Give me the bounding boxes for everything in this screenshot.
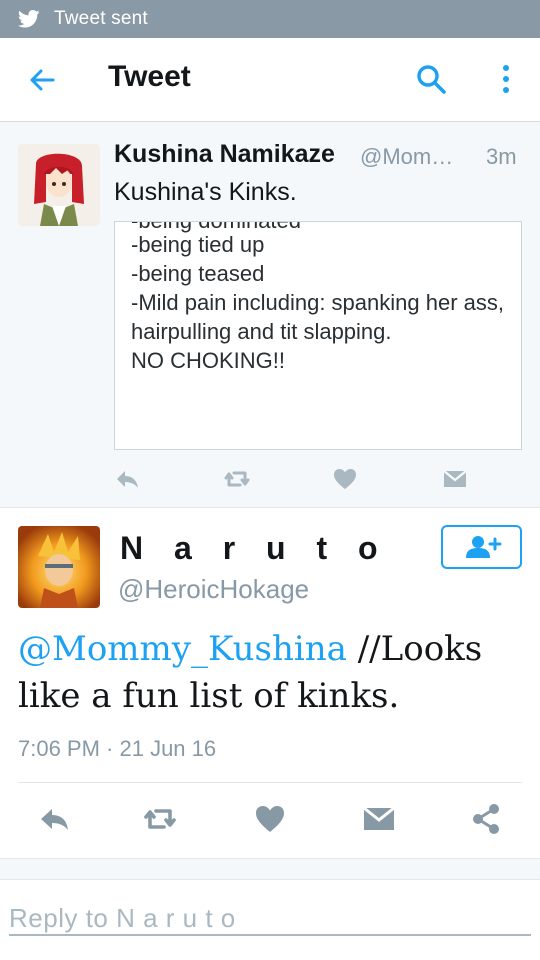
card-line: -Mild pain including: spanking her ass, …	[131, 290, 504, 344]
media-card[interactable]: -being dominated -being tied up -being t…	[114, 221, 522, 450]
card-line: NO CHOKING!!	[131, 348, 286, 373]
author-handle[interactable]: @Mom…	[360, 144, 453, 170]
mention-link[interactable]: @Mommy_Kushina	[18, 629, 347, 669]
more-vertical-icon[interactable]	[494, 62, 518, 96]
retweet-icon[interactable]	[143, 802, 177, 836]
tweet-actions	[0, 802, 540, 838]
card-line: -being tied up	[131, 232, 265, 257]
share-icon[interactable]	[469, 802, 503, 836]
app-bar: Tweet	[0, 38, 540, 122]
add-user-icon	[465, 536, 501, 558]
avatar[interactable]	[18, 526, 100, 608]
twitter-bird-icon	[18, 10, 40, 28]
author-name[interactable]: Kushina Namikaze	[114, 140, 335, 169]
avatar[interactable]	[18, 144, 100, 226]
reply-input[interactable]	[9, 902, 531, 936]
parent-tweet[interactable]: Kushina Namikaze @Mom… 3m Kushina's Kink…	[0, 122, 540, 508]
card-text: -being tied up -being teased -Mild pain …	[131, 230, 513, 375]
reply-icon[interactable]	[37, 802, 71, 836]
follow-button[interactable]	[441, 525, 522, 569]
search-icon[interactable]	[414, 62, 448, 96]
author-name[interactable]: N a r u t o	[120, 530, 389, 567]
status-text: Tweet sent	[54, 8, 148, 29]
direct-message-icon[interactable]	[362, 802, 396, 836]
avatar-image	[18, 526, 100, 608]
tweet-time: 3m	[486, 144, 517, 169]
like-icon[interactable]	[332, 466, 358, 492]
author-handle[interactable]: @HeroicHokage	[118, 574, 309, 605]
page-title: Tweet	[108, 60, 191, 93]
reply-bar	[0, 880, 540, 960]
tweet-timestamp: 7:06 PM · 21 Jun 16	[18, 736, 217, 761]
like-icon[interactable]	[253, 802, 287, 836]
retweet-icon[interactable]	[224, 466, 250, 492]
focused-tweet: N a r u t o @HeroicHokage @Mommy_Kushina…	[0, 508, 540, 858]
tweet-text: Kushina's Kinks.	[114, 178, 297, 206]
status-bar: Tweet sent	[0, 0, 540, 38]
reply-icon[interactable]	[114, 466, 140, 492]
tweet-text: @Mommy_Kushina //Looks like a fun list o…	[18, 626, 524, 720]
back-arrow-icon[interactable]	[26, 64, 58, 96]
avatar-image	[18, 144, 100, 226]
direct-message-icon[interactable]	[442, 466, 468, 492]
tweet-actions	[114, 466, 522, 496]
card-line: -being teased	[131, 261, 265, 286]
section-divider	[0, 858, 540, 880]
divider	[18, 782, 522, 783]
